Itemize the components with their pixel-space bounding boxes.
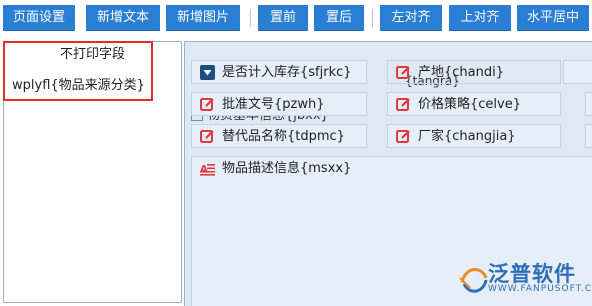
field-edge [585,92,592,116]
page-settings-button[interactable]: 页面设置 [3,5,75,31]
edit-icon [396,130,410,143]
send-back-button[interactable]: 置后 [314,5,364,31]
svg-text:A: A [200,164,208,175]
toolbar-divider [250,9,251,27]
toolbar-divider [372,9,373,27]
logo-url: WWW.FANPUSOFT.COM [488,284,592,294]
field-label: 替代品名称{tdpmc} [222,129,345,144]
field-chandi[interactable]: 产地{chandi} [387,60,561,84]
field-celve[interactable]: 价格策略{celve} [387,92,561,116]
field-sfjrkc[interactable]: 是否计入库存{sfjrkc} [191,60,367,84]
field-label: 是否计入库存{sfjrkc} [222,65,352,80]
field-changjia[interactable]: 厂家{changjia} [387,124,561,148]
text-align-icon: A [200,164,215,176]
center-horizontal-button[interactable]: 水平居中 [517,5,589,31]
field-tdpmc[interactable]: 替代品名称{tdpmc} [191,124,367,148]
field-label: 厂家{changjia} [418,129,516,144]
edit-icon [200,130,214,143]
field-label: 价格策略{celve} [418,97,521,112]
field-pzwh[interactable]: 批准文号{pzwh} [191,92,367,116]
add-image-button[interactable]: 新增图片 [166,5,240,31]
bring-front-button[interactable]: 置前 [258,5,308,31]
highlight-box [3,41,153,101]
edit-icon [396,98,410,111]
add-text-button[interactable]: 新增文本 [86,5,160,31]
dropdown-icon [200,65,215,80]
field-edge [563,60,592,84]
align-top-button[interactable]: 上对齐 [449,5,511,31]
edit-icon [396,66,410,79]
edit-icon [200,98,214,111]
field-label: 产地{chandi} [418,65,504,80]
toolbar: 页面设置 新增文本 新增图片 置前 置后 左对齐 上对齐 水平居中 [0,0,592,36]
field-label: 物品描述信息{msxx} [222,161,352,176]
field-label: 批准文号{pzwh} [222,97,325,112]
field-edge [585,124,592,148]
align-left-button[interactable]: 左对齐 [380,5,442,31]
